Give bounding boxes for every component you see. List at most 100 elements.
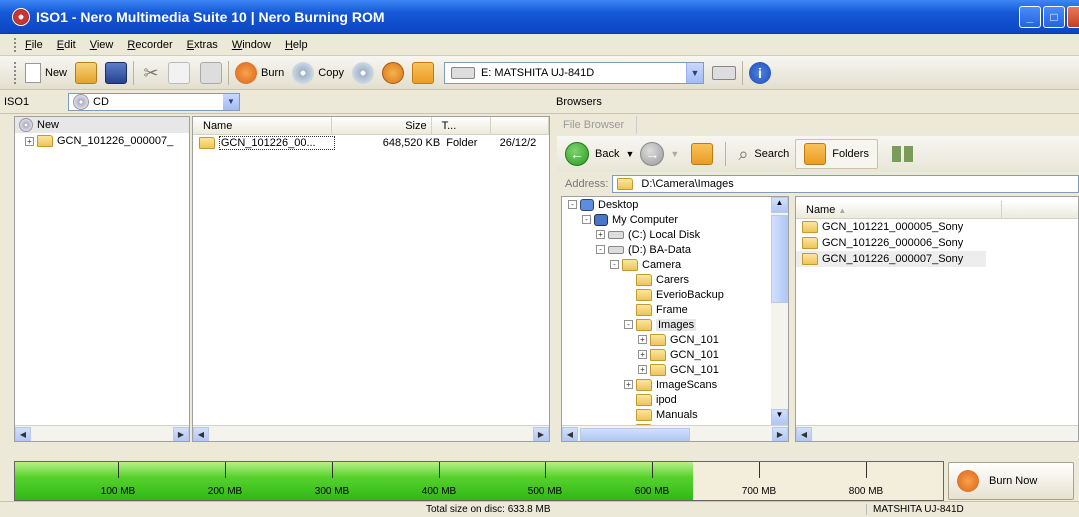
list-item[interactable]: GCN_101221_000005_Sony — [796, 219, 1078, 235]
eject-icon[interactable] — [381, 61, 404, 84]
paste-icon[interactable] — [200, 61, 223, 84]
scroll-left-icon[interactable]: ◀ — [796, 426, 812, 441]
search-icon[interactable]: ⌕ — [738, 144, 748, 165]
tree-item[interactable]: + GCN_101 — [562, 332, 788, 347]
expand-icon[interactable]: + — [25, 136, 34, 146]
list-hscrollbar[interactable]: ◀ ▶ — [193, 425, 549, 441]
drive-select[interactable]: E: MATSHITA UJ-841D ▼ — [443, 61, 704, 84]
tree-vscrollbar[interactable]: ▲ ▼ — [771, 197, 788, 441]
toolbar-grip-handle[interactable] — [14, 61, 17, 84]
menu-file[interactable]: File — [25, 39, 43, 51]
burn-button[interactable]: Burn — [235, 61, 284, 84]
open-folder-icon[interactable] — [75, 61, 98, 84]
up-folder-icon[interactable] — [691, 143, 714, 165]
tree-item[interactable]: - (D:) BA-Data — [562, 242, 788, 257]
menu-view[interactable]: View — [90, 39, 114, 51]
list-item[interactable]: GCN_101226_000006_Sony — [796, 235, 1078, 251]
list-item[interactable]: GCN_101226_000007_Sony — [796, 251, 986, 267]
capacity-tick — [759, 462, 760, 478]
expand-icon[interactable]: + — [638, 350, 647, 359]
col-type[interactable]: T... — [432, 117, 492, 134]
scroll-up-icon[interactable]: ▲ — [771, 197, 788, 213]
tree-item[interactable]: Frame — [562, 302, 788, 317]
expand-icon[interactable]: + — [624, 380, 633, 389]
expand-icon[interactable]: + — [638, 335, 647, 344]
list2-hscrollbar[interactable]: ◀ — [796, 425, 1078, 441]
capacity-tick-label: 100 MB — [100, 486, 136, 497]
chevron-down-icon[interactable]: ▼ — [223, 94, 239, 110]
media-type-select[interactable]: CD ▼ — [68, 93, 240, 111]
drive-info-icon[interactable] — [711, 65, 736, 80]
tree-item-label: Manuals — [656, 408, 698, 421]
forward-arrow-icon[interactable]: → — [640, 142, 665, 166]
scroll-thumb[interactable] — [580, 427, 690, 441]
tree-item[interactable]: + ImageScans — [562, 377, 788, 392]
tree-item[interactable]: - Desktop — [562, 197, 788, 212]
menu-window[interactable]: Window — [232, 39, 271, 51]
cut-icon[interactable]: ✂ — [140, 62, 162, 84]
tree-item[interactable]: - Camera — [562, 257, 788, 272]
views-icon[interactable] — [891, 146, 914, 162]
tree-item-label: Carers — [656, 273, 690, 286]
copy-icon[interactable] — [168, 61, 191, 84]
tree-root[interactable]: New — [15, 117, 189, 133]
disc-info-icon[interactable] — [351, 61, 374, 84]
collapse-icon[interactable]: - — [624, 320, 633, 329]
scroll-right-icon[interactable]: ▶ — [173, 426, 189, 441]
info-icon[interactable]: i — [748, 61, 771, 84]
close-button[interactable] — [1067, 6, 1079, 28]
maximize-button[interactable]: □ — [1043, 6, 1065, 28]
menu-recorder[interactable]: Recorder — [127, 39, 172, 51]
back-dropdown-icon[interactable]: ▼ — [625, 149, 634, 159]
save-icon[interactable] — [105, 61, 128, 84]
tree2-hscrollbar[interactable]: ◀ ▶ — [562, 425, 788, 441]
tree-item[interactable]: + GCN_101 — [562, 347, 788, 362]
tree-hscrollbar[interactable]: ◀ ▶ — [15, 425, 189, 441]
burn-now-button[interactable]: Burn Now — [948, 462, 1074, 500]
collapse-icon[interactable]: - — [582, 215, 591, 224]
search-label[interactable]: Search — [754, 148, 789, 160]
scroll-right-icon[interactable]: ▶ — [533, 426, 549, 441]
tree-item[interactable]: + (C:) Local Disk — [562, 227, 788, 242]
col-size[interactable]: Size — [332, 117, 432, 134]
folders-button[interactable]: Folders — [795, 139, 878, 169]
collapse-icon[interactable]: - — [596, 245, 605, 254]
scroll-down-icon[interactable]: ▼ — [771, 409, 788, 425]
forward-dropdown-icon[interactable]: ▼ — [670, 149, 679, 159]
title-bar[interactable]: ISO1 - Nero Multimedia Suite 10 | Nero B… — [0, 0, 1079, 34]
tree-item[interactable]: ipod — [562, 392, 788, 407]
tree-item[interactable]: - My Computer — [562, 212, 788, 227]
scroll-left-icon[interactable]: ◀ — [562, 426, 578, 441]
back-arrow-icon[interactable]: ← — [565, 142, 589, 166]
tree-item[interactable]: + GCN_101 — [562, 362, 788, 377]
expand-icon[interactable]: + — [638, 365, 647, 374]
menu-extras[interactable]: Extras — [187, 39, 218, 51]
copy-disc-button[interactable]: Copy — [292, 61, 344, 84]
table-row[interactable]: GCN_101226_00... 648,520 KB Folder 26/12… — [193, 135, 549, 151]
chevron-down-icon[interactable]: ▼ — [685, 62, 703, 83]
menu-grip-handle[interactable] — [14, 37, 17, 52]
tree-item[interactable]: Carers — [562, 272, 788, 287]
tree-item[interactable]: Manuals — [562, 407, 788, 422]
scroll-left-icon[interactable]: ◀ — [193, 426, 209, 441]
scroll-left-icon[interactable]: ◀ — [15, 426, 31, 441]
menu-help[interactable]: Help — [285, 39, 308, 51]
scroll-right-icon[interactable]: ▶ — [772, 426, 788, 441]
tree-item[interactable]: EverioBackup — [562, 287, 788, 302]
tab-file-browser[interactable]: File Browser — [557, 116, 637, 134]
expand-icon[interactable]: + — [596, 230, 605, 239]
col-date[interactable] — [491, 117, 549, 134]
new-button[interactable]: New — [25, 62, 67, 83]
scroll-thumb[interactable] — [771, 215, 788, 303]
col-name[interactable]: Name ▲ — [796, 201, 1002, 218]
tree-item[interactable]: - Images — [562, 317, 788, 332]
col-name[interactable]: Name — [193, 117, 333, 134]
collapse-icon[interactable]: - — [568, 200, 577, 209]
back-label[interactable]: Back — [595, 148, 619, 160]
minimize-button[interactable]: _ — [1019, 6, 1041, 28]
browser-toggle-icon[interactable] — [411, 61, 434, 84]
collapse-icon[interactable]: - — [610, 260, 619, 269]
tree-folder[interactable]: + GCN_101226_000007_ — [15, 133, 189, 149]
menu-edit[interactable]: Edit — [57, 39, 76, 51]
address-input[interactable]: D:\Camera\Images — [612, 175, 1079, 193]
